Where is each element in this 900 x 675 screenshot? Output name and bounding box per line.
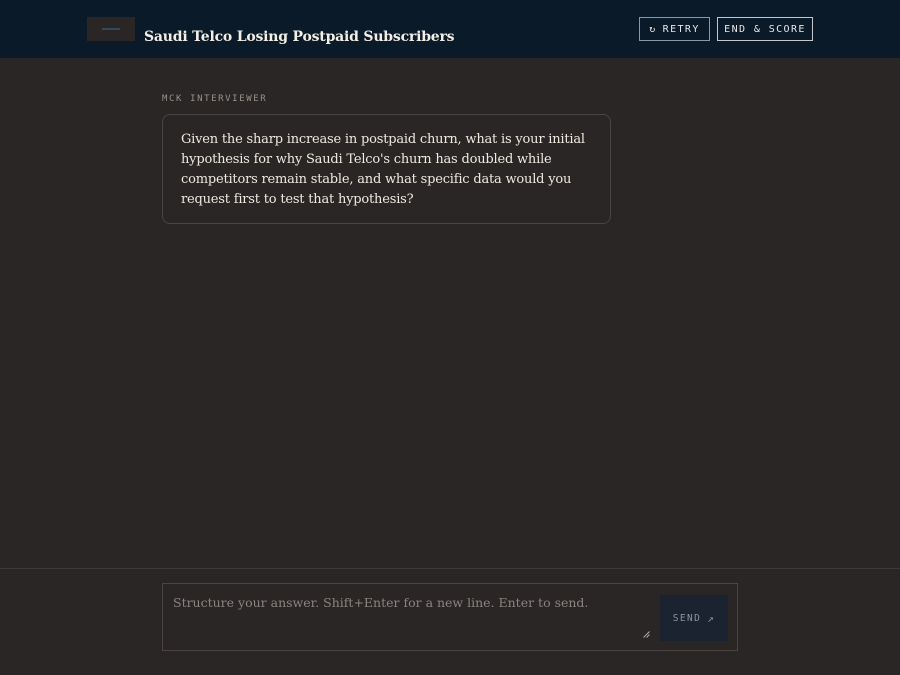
interviewer-message: Given the sharp increase in postpaid chu…	[162, 114, 611, 224]
send-button[interactable]: SEND ↗	[660, 595, 728, 641]
composer: SEND ↗	[162, 583, 738, 651]
end-and-score-button[interactable]: END & SCORE	[717, 17, 813, 41]
composer-divider	[0, 568, 900, 569]
logo-mark	[102, 28, 120, 30]
retry-button[interactable]: ↻ RETRY	[639, 17, 710, 41]
retry-icon: ↻	[649, 23, 657, 35]
message-text: Given the sharp increase in postpaid chu…	[181, 132, 585, 207]
resize-handle-icon[interactable]	[643, 631, 650, 638]
send-arrow-icon: ↗	[707, 611, 716, 625]
top-bar: Saudi Telco Losing Postpaid Subscribers …	[0, 0, 900, 58]
answer-input[interactable]	[173, 595, 649, 641]
speaker-label: MCK INTERVIEWER	[162, 94, 268, 104]
case-title: Saudi Telco Losing Postpaid Subscribers	[144, 29, 455, 45]
retry-label: RETRY	[662, 23, 700, 35]
send-label: SEND	[672, 612, 702, 624]
logo	[87, 17, 135, 41]
